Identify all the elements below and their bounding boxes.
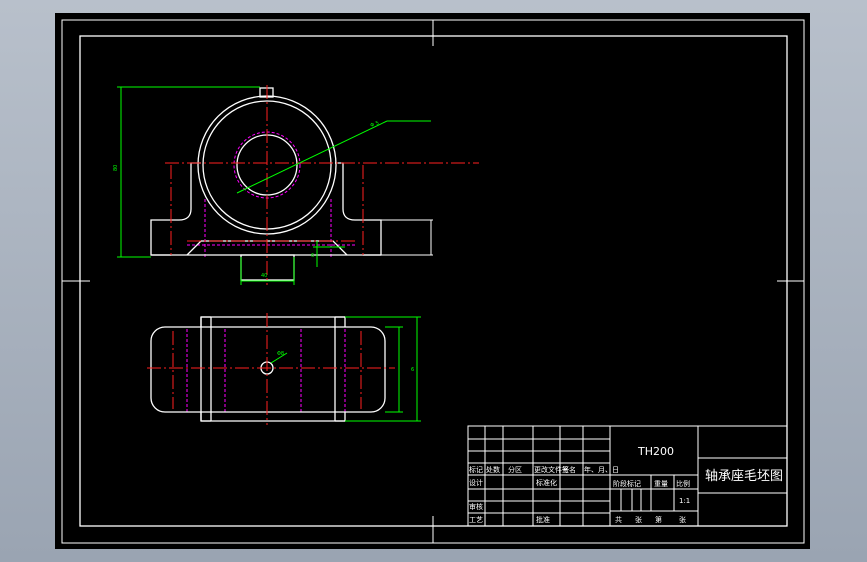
dim-base-width: 40 [261, 273, 267, 279]
top-view: Φ8 6 [147, 313, 421, 425]
top-centerlines [147, 313, 395, 425]
tb-process-label: 工艺 [469, 516, 483, 524]
tb-code: TH200 [637, 445, 674, 458]
dim-top-width: 6 [411, 367, 414, 373]
tb-standardize-label: 标准化 [536, 478, 557, 487]
dim-bore: Φ 5 [370, 120, 380, 129]
sheet-border [61, 19, 805, 544]
tb-approve-label: 批准 [536, 515, 550, 524]
tb-sheet-no: 第 [655, 515, 662, 524]
top-dimensions [270, 316, 421, 422]
front-view: 80 Φ 5 40 6 [113, 85, 479, 285]
tb-design-label: 设计 [469, 478, 483, 487]
tb-scale-value: 1:1 [679, 497, 690, 505]
drawing-sheet: 80 Φ 5 40 6 Φ8 6 标记 处数 分区 更改文件号 签名 年、月、日… [61, 19, 805, 544]
tb-row-label-2: 分区 [508, 465, 522, 474]
tb-title: 轴承座毛坯图 [705, 469, 783, 484]
tb-sheets-total: 共 [615, 515, 622, 524]
tb-row-label-1: 处数 [486, 465, 500, 474]
tb-review-label: 审核 [469, 502, 483, 511]
title-block: 标记 处数 分区 更改文件号 签名 年、月、日 设计 标准化 审核 工艺 批准 … [467, 425, 788, 527]
tb-row-label-5: 年、月、日 [584, 465, 619, 474]
tb-stage-label: 阶段标记 [613, 479, 641, 488]
front-outline [150, 87, 382, 281]
tb-row-label-4: 签名 [562, 465, 576, 474]
dim-hole: Φ8 [277, 351, 284, 357]
tb-row-label-0: 标记 [469, 465, 483, 474]
top-outline [150, 316, 386, 422]
dim-height: 80 [113, 165, 119, 171]
right-extension [381, 219, 433, 256]
tb-sheet-unit1: 张 [635, 515, 642, 524]
dim-slot: 6 [311, 253, 314, 259]
tb-scale-label: 比例 [676, 479, 690, 488]
cad-workspace: 80 Φ 5 40 6 Φ8 6 标记 处数 分区 更改文件号 签名 年、月、日… [0, 0, 867, 562]
tb-weight-label: 重量 [654, 480, 668, 488]
tb-sheet-unit2: 张 [679, 515, 686, 524]
drawing-viewport[interactable]: 80 Φ 5 40 6 Φ8 6 标记 处数 分区 更改文件号 签名 年、月、日… [55, 13, 810, 549]
